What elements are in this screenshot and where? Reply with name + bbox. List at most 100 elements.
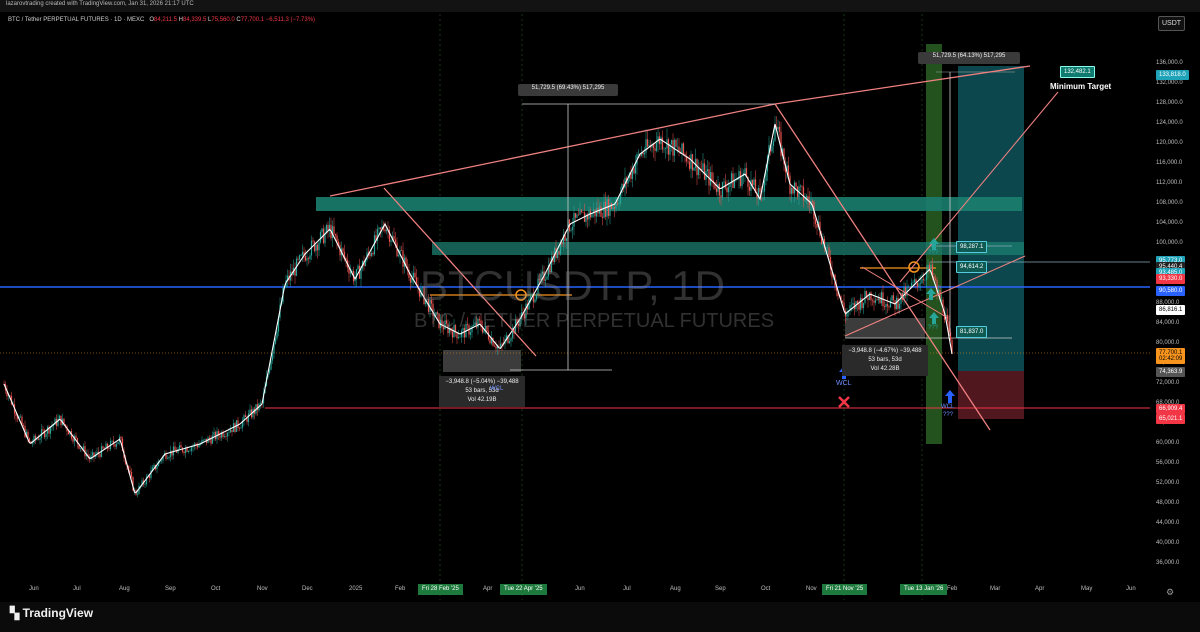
- candle-body: [868, 292, 871, 301]
- open-value: 84,211.5: [154, 17, 177, 23]
- candle-body: [298, 255, 301, 260]
- candle-body: [213, 431, 215, 436]
- level-label-81837: 81,837.0: [956, 326, 988, 338]
- candle-body: [58, 415, 61, 419]
- candle-body: [940, 299, 943, 301]
- close-value: 77,700.1: [240, 17, 265, 23]
- wcl-label-left: WCL: [490, 386, 504, 392]
- candle-body: [771, 146, 773, 152]
- candle-body: [202, 439, 205, 441]
- candle-body: [91, 452, 94, 456]
- x-tick-label: Dec: [302, 586, 313, 592]
- candle-body: [892, 295, 895, 301]
- candle-body: [276, 331, 278, 339]
- y-tick-label: 104,000.0: [1156, 220, 1183, 226]
- candle-body: [618, 203, 620, 205]
- minimum-target-label: Minimum Target: [1050, 82, 1112, 91]
- candle-body: [102, 446, 104, 449]
- high-value: 84,339.5: [182, 17, 207, 23]
- candle-body: [675, 139, 677, 147]
- candle-body: [565, 238, 568, 241]
- x-date-highlight: Fri 21 Nov '25: [822, 584, 868, 595]
- candle-body: [117, 442, 119, 444]
- candle-body: [489, 339, 491, 344]
- x-tick-label: Oct: [211, 586, 221, 592]
- candle-body: [862, 302, 865, 309]
- candle-body: [880, 292, 883, 304]
- candle-body: [930, 264, 932, 269]
- candle-body: [615, 203, 617, 209]
- candle-body: [580, 210, 583, 213]
- candle-body: [603, 201, 605, 218]
- candle-body: [228, 432, 230, 434]
- candle-body: [871, 300, 874, 301]
- candle-body: [111, 440, 113, 442]
- candle-body: [609, 203, 611, 216]
- candle-body: [726, 187, 728, 193]
- candle-body: [909, 286, 911, 288]
- y-tick-label: 136,000.0: [1156, 60, 1183, 66]
- candle-body: [198, 444, 200, 448]
- candle-body: [655, 142, 658, 151]
- candle-body: [690, 154, 692, 169]
- candle-body: [166, 458, 169, 459]
- candle-body: [495, 346, 497, 349]
- candle-body: [828, 247, 830, 257]
- currency-button[interactable]: USDT: [1158, 16, 1185, 31]
- candle-body: [457, 336, 460, 339]
- candle-body: [574, 213, 577, 218]
- qmarks-green-mid: ???: [928, 325, 939, 331]
- x-tick-label: Sep: [715, 586, 726, 592]
- x-tick-label: Apr: [1035, 586, 1045, 592]
- candle-body: [670, 140, 673, 144]
- level-label-94614: 94,614.2: [956, 261, 988, 273]
- candle-body: [795, 182, 797, 187]
- gear-icon[interactable]: ⚙: [1166, 587, 1174, 598]
- candle-body: [144, 484, 146, 485]
- candle-body: [811, 201, 814, 202]
- candle-body: [400, 249, 403, 251]
- candle-body: [790, 187, 793, 194]
- candle-body: [721, 182, 724, 198]
- candle-body: [751, 179, 754, 186]
- candle-body: [918, 283, 920, 287]
- candle-body: [637, 154, 640, 155]
- candle-body: [304, 255, 307, 261]
- candle-body: [697, 167, 700, 176]
- candle-body: [787, 165, 790, 176]
- candle-body: [234, 423, 236, 432]
- x-tick-label: Jun: [29, 586, 39, 592]
- candle-body: [663, 148, 665, 150]
- candle-body: [72, 438, 74, 442]
- candle-body: [247, 413, 250, 422]
- candle-body: [223, 436, 226, 437]
- low-value: 75,560.0: [211, 17, 235, 23]
- blue-arrow-up-wcl-icon: [945, 390, 955, 403]
- candle-body: [571, 226, 574, 230]
- wcl-label-third: WCL: [941, 404, 955, 410]
- symbol-name: BTC / Tether PERPETUAL FUTURES · 1D · ME…: [8, 17, 145, 23]
- y-tick-label: 36,000.0: [1156, 560, 1180, 566]
- candle-body: [160, 460, 163, 462]
- candle-body: [799, 185, 802, 187]
- stat-box-right: −3,948.8 (−4.67%) −39,488 53 bars, 53d V…: [842, 345, 928, 376]
- candle-body: [706, 169, 709, 172]
- tradingview-logo: ▚ TradingView: [10, 606, 94, 620]
- candle-body: [607, 199, 610, 216]
- bottom-bar: [0, 602, 1200, 632]
- candle-body: [886, 304, 889, 307]
- candle-body: [37, 438, 40, 440]
- candle-body: [744, 168, 746, 174]
- y-tick-label: 112,000.0: [1156, 180, 1183, 186]
- candle-body: [676, 146, 679, 148]
- candle-body: [409, 277, 412, 283]
- level-label-98287: 98,287.1: [956, 241, 988, 253]
- x-tick-label: 2025: [349, 586, 363, 592]
- candle-body: [718, 183, 721, 196]
- change-value: −6,511.3 (−7.73%): [265, 17, 316, 23]
- candle-body: [459, 336, 461, 338]
- candle-body: [394, 239, 397, 243]
- candle-body: [682, 143, 685, 154]
- candle-body: [240, 427, 242, 429]
- stat-left-change: −3,948.8 (−5.04%) −39,488: [445, 379, 519, 385]
